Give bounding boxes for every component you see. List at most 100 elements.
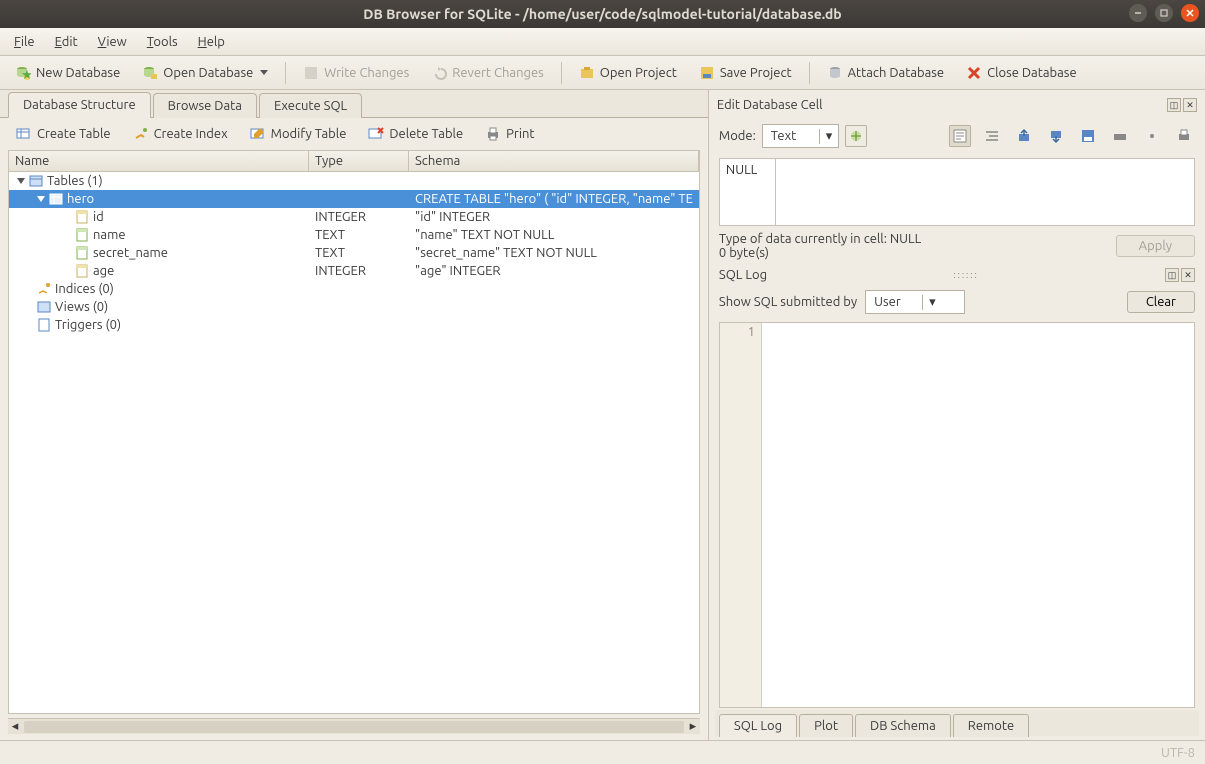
menubar: File Edit View Tools Help xyxy=(0,28,1205,56)
maximize-button[interactable] xyxy=(1155,4,1173,22)
cell-byte-line: 0 byte(s) xyxy=(719,246,921,260)
new-database-icon: ★ xyxy=(15,65,31,81)
cell-null-label: NULL xyxy=(720,159,776,225)
separator xyxy=(561,62,562,84)
indent-icon[interactable] xyxy=(981,125,1003,147)
menu-tools[interactable]: Tools xyxy=(139,33,186,51)
cell-editor[interactable]: NULL xyxy=(719,158,1195,226)
import-icon[interactable] xyxy=(1045,125,1067,147)
close-button[interactable] xyxy=(1181,4,1199,22)
edit-cell-title: Edit Database Cell xyxy=(717,98,823,112)
sql-source-combo[interactable]: User ▾ xyxy=(865,290,965,314)
revert-changes-button[interactable]: Revert Changes xyxy=(422,61,553,85)
expander-icon[interactable] xyxy=(37,196,45,202)
tab-execute-sql[interactable]: Execute SQL xyxy=(259,93,362,118)
undock-button[interactable]: ◫ xyxy=(1167,98,1181,112)
col-name-header[interactable]: Name xyxy=(9,151,309,171)
mode-label: Mode: xyxy=(719,129,756,143)
tree-triggers-node[interactable]: Triggers (0) xyxy=(9,316,699,334)
chevron-down-icon[interactable] xyxy=(260,70,268,75)
undock-button[interactable]: ◫ xyxy=(1165,268,1179,282)
clear-button[interactable]: Clear xyxy=(1127,291,1195,313)
close-pane-button[interactable]: ✕ xyxy=(1183,98,1197,112)
attach-database-icon xyxy=(827,65,843,81)
menu-view[interactable]: View xyxy=(90,33,135,51)
delete-table-button[interactable]: Delete Table xyxy=(364,124,467,144)
tree-indices-node[interactable]: Indices (0) xyxy=(9,280,699,298)
tab-browse-data[interactable]: Browse Data xyxy=(153,93,257,118)
tree-column-name[interactable]: name TEXT"name" TEXT NOT NULL xyxy=(9,226,699,244)
clear-cell-icon[interactable] xyxy=(1141,125,1163,147)
edit-cell-header: Edit Database Cell ◫ ✕ xyxy=(715,94,1199,116)
scroll-left-icon[interactable]: ◂ xyxy=(8,720,22,734)
close-database-icon xyxy=(966,65,982,81)
schema-tree[interactable]: Name Type Schema Tables (1) hero CREATE … xyxy=(8,150,700,714)
triggers-icon xyxy=(37,318,51,332)
menu-edit[interactable]: Edit xyxy=(47,33,86,51)
column-icon xyxy=(75,210,89,224)
col-type-header[interactable]: Type xyxy=(309,151,409,171)
tree-column-secret-name[interactable]: secret_name TEXT"secret_name" TEXT NOT N… xyxy=(9,244,699,262)
close-pane-button[interactable]: ✕ xyxy=(1181,268,1195,282)
label: Close Database xyxy=(987,66,1077,80)
tree-table-hero[interactable]: hero CREATE TABLE "hero" ( "id" INTEGER,… xyxy=(9,190,699,208)
text-mode-icon[interactable] xyxy=(949,125,971,147)
print-cell-icon[interactable] xyxy=(1173,125,1195,147)
minimize-button[interactable] xyxy=(1129,4,1147,22)
svg-text:★: ★ xyxy=(21,68,31,81)
scroll-right-icon[interactable]: ▸ xyxy=(686,720,700,734)
tab-plot[interactable]: Plot xyxy=(799,714,853,737)
write-changes-icon xyxy=(303,65,319,81)
create-index-button[interactable]: Create Index xyxy=(129,124,232,144)
label: Save Project xyxy=(720,66,792,80)
tab-database-structure[interactable]: Database Structure xyxy=(8,92,151,118)
tree-tables-node[interactable]: Tables (1) xyxy=(9,172,699,190)
new-database-button[interactable]: ★ New Database xyxy=(6,61,129,85)
menu-help[interactable]: Help xyxy=(190,33,233,51)
open-project-button[interactable]: Open Project xyxy=(570,61,686,85)
views-icon xyxy=(37,300,51,314)
structure-toolbar: Create Table Create Index Modify Table D… xyxy=(0,118,708,150)
sql-log-view[interactable]: 1 xyxy=(719,322,1195,708)
table-group-icon xyxy=(29,174,43,188)
print-button[interactable]: Print xyxy=(481,124,538,144)
attach-database-button[interactable]: Attach Database xyxy=(818,61,954,85)
sql-log-content[interactable] xyxy=(762,323,1194,707)
tab-sqllog[interactable]: SQL Log xyxy=(719,714,797,737)
grip-icon[interactable]: :::::: xyxy=(953,270,978,280)
table-icon xyxy=(49,192,63,206)
null-icon[interactable] xyxy=(1109,125,1131,147)
cell-type-line: Type of data currently in cell: NULL xyxy=(719,232,921,246)
apply-button[interactable]: Apply xyxy=(1116,235,1195,257)
modify-table-button[interactable]: Modify Table xyxy=(246,124,351,144)
tab-dbschema[interactable]: DB Schema xyxy=(855,714,951,737)
create-table-button[interactable]: Create Table xyxy=(12,124,115,144)
mode-combo[interactable]: Text ▾ xyxy=(762,124,840,148)
index-icon xyxy=(37,282,51,296)
column-icon xyxy=(75,264,89,278)
menu-file[interactable]: File xyxy=(6,33,43,51)
open-database-button[interactable]: Open Database xyxy=(133,61,277,85)
save-project-button[interactable]: Save Project xyxy=(690,61,801,85)
close-database-button[interactable]: Close Database xyxy=(957,61,1086,85)
tree-column-age[interactable]: age INTEGER"age" INTEGER xyxy=(9,262,699,280)
auto-format-button[interactable] xyxy=(845,125,867,147)
write-changes-button[interactable]: Write Changes xyxy=(294,61,418,85)
tree-header: Name Type Schema xyxy=(9,151,699,172)
export-icon[interactable] xyxy=(1013,125,1035,147)
encoding-indicator: UTF-8 xyxy=(1161,746,1195,760)
separator xyxy=(285,62,286,84)
separator xyxy=(809,62,810,84)
left-tabs: Database Structure Browse Data Execute S… xyxy=(0,90,708,118)
sqllog-title: SQL Log xyxy=(719,268,767,282)
col-schema-header[interactable]: Schema xyxy=(409,151,699,171)
cell-content[interactable] xyxy=(776,159,1194,225)
tree-column-id[interactable]: id INTEGER"id" INTEGER xyxy=(9,208,699,226)
tree-views-node[interactable]: Views (0) xyxy=(9,298,699,316)
expander-icon[interactable] xyxy=(17,178,25,184)
tab-remote[interactable]: Remote xyxy=(953,714,1029,737)
chevron-down-icon: ▾ xyxy=(922,295,942,310)
horizontal-scrollbar[interactable]: ◂ ▸ xyxy=(8,718,700,734)
line-number: 1 xyxy=(720,323,762,707)
save-cell-icon[interactable] xyxy=(1077,125,1099,147)
